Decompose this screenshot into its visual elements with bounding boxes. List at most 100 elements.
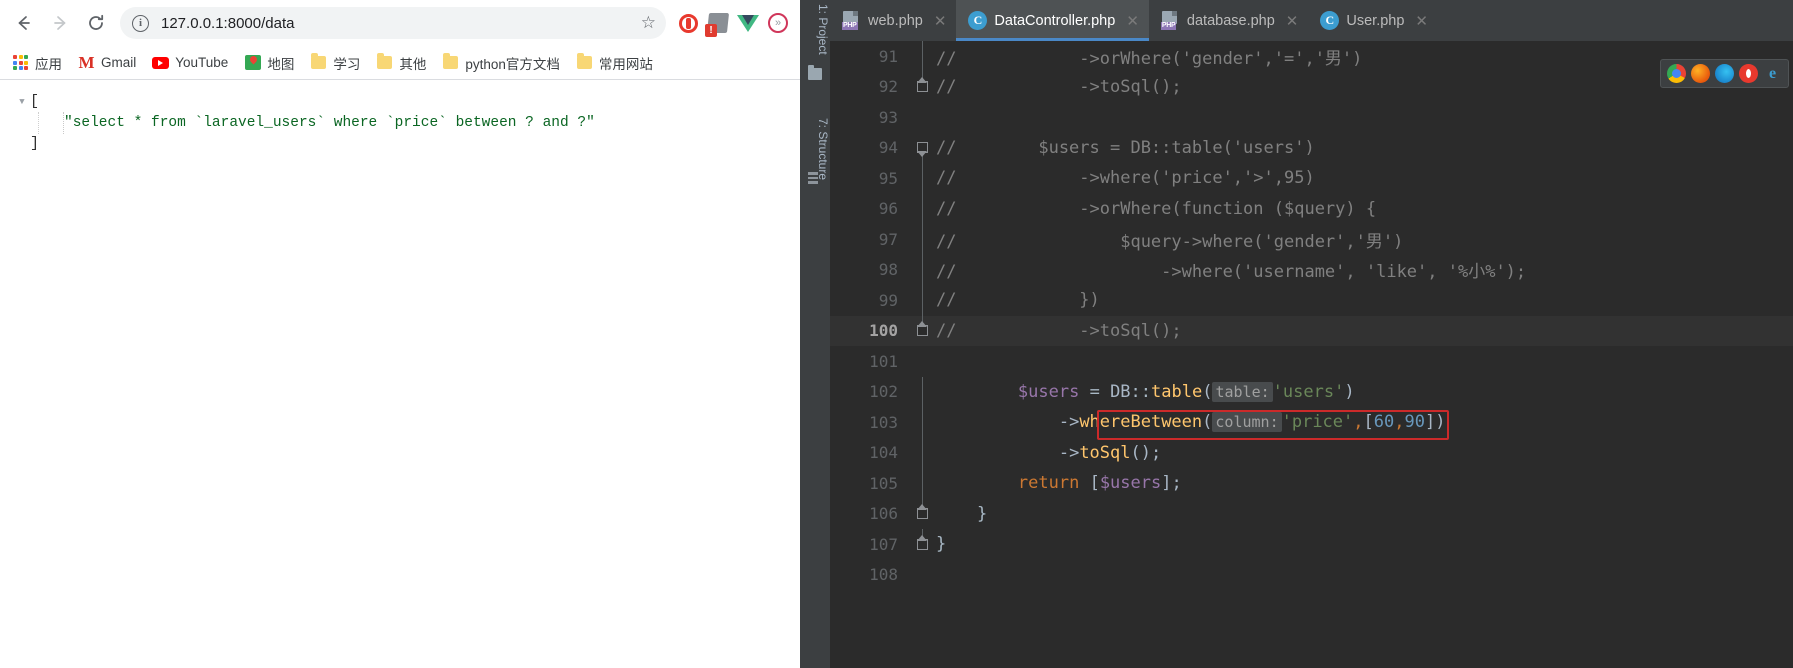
circle-extension-icon[interactable]: » [764,9,792,37]
gutter[interactable] [908,224,936,255]
collapse-triangle-icon[interactable]: ▼ [14,92,30,112]
code-line-99[interactable]: 99 // }) [830,285,1793,316]
gutter[interactable] [908,254,936,285]
json-viewer: ▼ [ "select * from `laravel_users` where… [0,80,800,667]
tab-label: User.php [1346,12,1405,29]
arrow-left-icon [18,16,30,30]
gutter[interactable] [908,437,936,468]
extensions-area: ! » [674,9,794,37]
code-line-103[interactable]: 103 ->whereBetween(column:'price',[60,90… [830,407,1793,441]
token-keyword-return: return [1017,473,1080,494]
token-number-min: 60 [1373,412,1395,433]
gutter[interactable] [908,407,936,438]
tool-window-project[interactable]: 1: Project [800,4,830,55]
code-line-100[interactable]: 100 // ->toSql(); [830,315,1793,347]
vue-devtools-icon[interactable] [734,9,762,37]
code-text: } [936,534,947,555]
line-number: 95 [878,168,898,188]
gutter-fold-end[interactable] [908,315,936,347]
bookmark-folder-common-sites[interactable]: 常用网站 [568,50,661,76]
forward-button[interactable] [42,5,78,41]
code-line-94[interactable]: 94 // $users = DB::table('users') [830,133,1793,163]
fold-marker-icon[interactable] [916,538,928,550]
close-icon[interactable]: ✕ [1286,12,1299,30]
code-line-97[interactable]: 97 // $query->where('gender','男') [830,224,1793,255]
close-icon[interactable]: ✕ [934,12,947,30]
gutter[interactable] [908,193,936,224]
gutter[interactable] [908,376,936,407]
gutter[interactable] [908,468,936,499]
bookmark-gmail[interactable]: M Gmail [70,51,144,74]
address-bar[interactable]: i 127.0.0.1:8000/data ☆ [120,7,666,39]
gutter[interactable] [908,346,936,377]
tab-label: web.php [868,12,923,29]
code-line-91[interactable]: 91 // ->orWhere('gender','=','男') [830,41,1793,72]
chrome-browser-icon[interactable] [1667,64,1686,83]
gutter[interactable] [908,102,936,133]
fold-marker-icon[interactable] [916,508,928,520]
code-editor[interactable]: e 91 // ->orWhere('gender','=','男') 92 /… [830,41,1793,668]
site-info-icon[interactable]: i [132,14,149,32]
bookmark-star-icon[interactable]: ☆ [641,13,656,33]
code-text: // $query->where('gender','男') [936,231,1404,252]
tab-user-php[interactable]: C User.php ✕ [1308,0,1438,41]
line-number: 96 [878,199,898,219]
fold-marker-icon[interactable] [916,81,928,93]
close-icon[interactable]: ✕ [1126,12,1139,30]
gutter[interactable] [908,163,936,194]
php-file-icon: PHP [842,11,861,30]
code-line-95[interactable]: 95 // ->where('price','>',95) [830,163,1793,194]
bookmark-folder-python-docs[interactable]: python官方文档 [434,50,568,76]
opera-browser-icon[interactable] [1739,64,1758,83]
folder-icon[interactable] [808,65,822,80]
back-button[interactable] [6,5,42,41]
gutter[interactable] [908,285,936,316]
ie-browser-icon[interactable]: e [1763,64,1782,83]
gutter-fold-end[interactable] [908,529,936,560]
firefox-browser-icon[interactable] [1691,64,1710,83]
bookmark-youtube[interactable]: YouTube [144,51,236,74]
code-text: // }) [936,290,1100,311]
bookmark-folder-study[interactable]: 学习 [302,50,368,76]
code-line-101[interactable]: 101 [830,346,1793,377]
gutter-fold-end[interactable] [908,71,936,103]
menu-dots-icon[interactable] [808,172,822,185]
browser-launch-toolbar: e [1660,59,1789,88]
reload-button[interactable] [78,5,114,41]
screen-root: i 127.0.0.1:8000/data ☆ ! » 应用 M Gmail Y… [0,0,1793,668]
fold-marker-icon[interactable] [916,325,928,337]
gutter-fold-end[interactable] [908,498,936,530]
gutter[interactable] [908,41,936,72]
tool-window-structure[interactable]: 7: Structure [800,118,830,180]
tab-datacontroller-php[interactable]: C DataController.php ✕ [956,0,1149,41]
bookmark-maps[interactable]: 地图 [236,50,302,76]
bookmark-apps[interactable]: 应用 [4,50,70,76]
code-line-93[interactable]: 93 [830,102,1793,133]
opera-extension-icon[interactable] [674,9,702,37]
code-line-98[interactable]: 98 // ->where('username', 'like', '%小%')… [830,254,1793,285]
edge-browser-icon[interactable] [1715,64,1734,83]
grey-extension-icon[interactable]: ! [704,9,732,37]
code-line-102[interactable]: 102 $users = DB::table(table:'users') [830,376,1793,407]
line-number: 101 [869,351,898,371]
tab-web-php[interactable]: PHP web.php ✕ [830,0,957,41]
code-line-105[interactable]: 105 return [$users]; [830,468,1793,499]
bookmark-folder-other[interactable]: 其他 [368,50,434,76]
json-string-value: "select * from `laravel_users` where `pr… [63,112,800,134]
gutter[interactable] [908,560,936,591]
close-icon[interactable]: ✕ [1415,12,1428,30]
folder-icon [576,53,593,71]
code-line-104[interactable]: 104 ->toSql(); [830,437,1793,468]
folder-icon [310,53,327,71]
code-line-92[interactable]: 92 // ->toSql(); [830,71,1793,103]
code-line-96[interactable]: 96 // ->orWhere(function ($query) { [830,193,1793,224]
fold-marker-icon[interactable] [916,142,928,154]
gutter-fold-start[interactable] [908,133,936,163]
token-variable: $users [1099,473,1162,494]
code-line-108[interactable]: 108 [830,560,1793,591]
code-line-106[interactable]: 106 } [830,498,1793,530]
code-line-107[interactable]: 107 } [830,529,1793,560]
tab-database-php[interactable]: PHP database.php ✕ [1148,0,1309,41]
code-text: ->whereBetween(column:'price',[60,90]) [936,410,1450,441]
